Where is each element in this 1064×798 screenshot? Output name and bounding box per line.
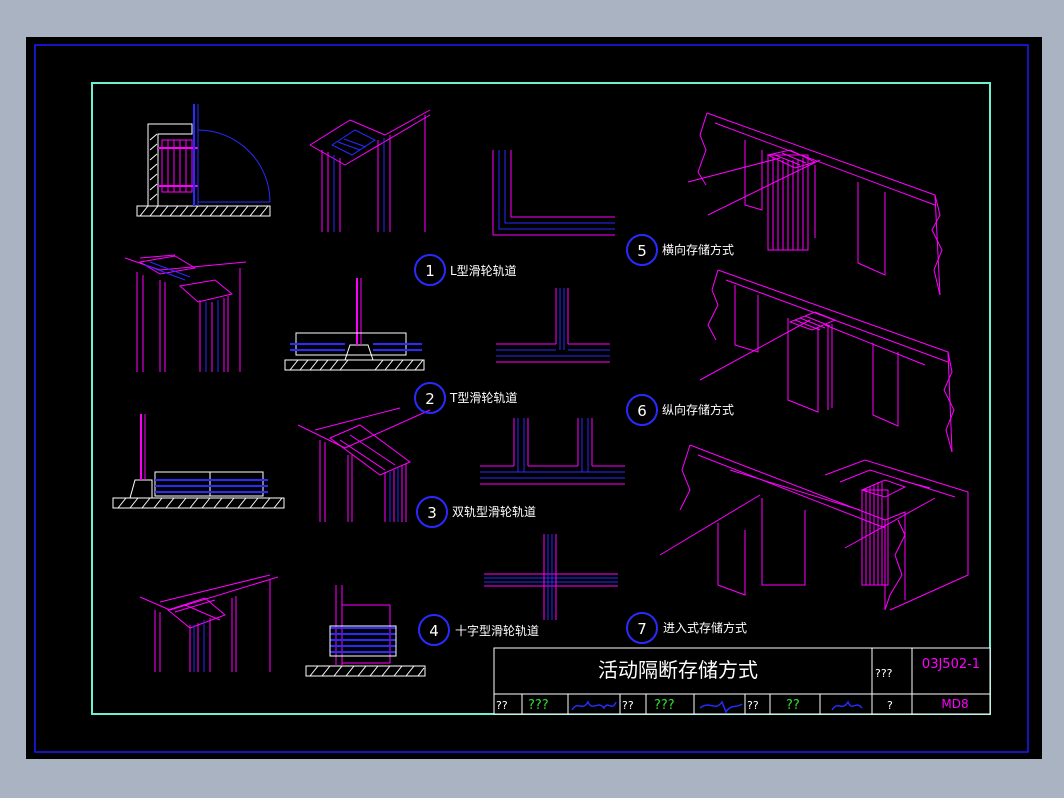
callout-1-number: 1: [425, 262, 435, 280]
callout-4-number: 4: [429, 622, 439, 640]
review-name-3: ??: [786, 698, 800, 713]
callout-1-label: L型滑轮轨道: [450, 264, 517, 278]
review-name-2: ???: [654, 698, 675, 713]
callout-3-label: 双轨型滑轮轨道: [452, 505, 536, 519]
callout-6-number: 6: [637, 402, 647, 420]
drawing-title: 活动隔断存储方式: [598, 658, 758, 682]
callout-3-number: 3: [427, 504, 437, 522]
review-label-2: ??: [622, 699, 634, 712]
review-label-1: ??: [496, 699, 508, 712]
review-name-1: ???: [528, 698, 549, 713]
callout-4-label: 十字型滑轮轨道: [455, 623, 539, 638]
callout-5-number: 5: [637, 242, 647, 260]
callout-6-label: 纵向存储方式: [662, 402, 734, 417]
page-label: ?: [887, 699, 893, 712]
callout-2-label: T型滑轮轨道: [449, 391, 517, 405]
atlas-code-label: ???: [875, 667, 893, 680]
callout-7-number: 7: [637, 620, 647, 638]
callout-5-label: 横向存储方式: [662, 242, 734, 257]
title-block: 活动隔断存储方式 ??? 03J502-1 ? MD8 ?? ??? ?? ??…: [493, 647, 991, 715]
atlas-number: 03J502-1: [922, 657, 980, 672]
review-label-3: ??: [747, 699, 759, 712]
callout-7-label: 进入式存储方式: [663, 620, 747, 635]
callout-2-number: 2: [425, 390, 435, 408]
drawing-sheet: 1 L型滑轮轨道 2 T型滑轮轨道 3 双轨型滑轮轨道 4 十字型滑轮轨道 5 …: [26, 37, 1042, 759]
page-number: MD8: [941, 697, 968, 711]
